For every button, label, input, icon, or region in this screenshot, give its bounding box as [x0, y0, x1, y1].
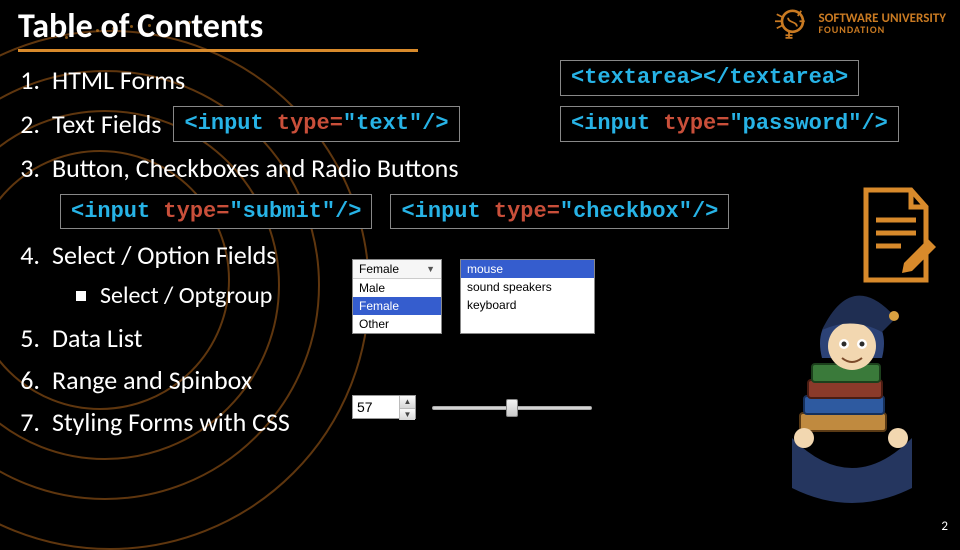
- toc-text: Select / Option Fields: [52, 239, 276, 271]
- select-option[interactable]: Female: [353, 297, 441, 315]
- code-input-checkbox: <input type="checkbox"/>: [390, 194, 729, 230]
- spinbox[interactable]: ▲ ▼: [352, 395, 416, 419]
- code-input-submit: <input type="submit"/>: [60, 194, 372, 230]
- toc-num: 3.: [20, 152, 40, 184]
- select-current: Female: [359, 262, 399, 276]
- select-option[interactable]: sound speakers: [461, 278, 594, 296]
- spinbox-input[interactable]: [353, 396, 399, 418]
- toc-num: 5.: [20, 322, 40, 354]
- select-examples: Female ▼ Male Female Other mouse sound sp…: [352, 259, 595, 334]
- page-number: 2: [941, 519, 948, 534]
- page-title: Table of Contents: [18, 6, 418, 52]
- select-option[interactable]: Other: [353, 315, 441, 333]
- toc-text: Button, Checkboxes and Radio Buttons: [52, 152, 459, 184]
- code-input-password: <input type="password"/>: [560, 106, 899, 142]
- document-edit-icon: [856, 185, 936, 285]
- slider-thumb[interactable]: [506, 399, 518, 417]
- code-textarea: <textarea></textarea>: [560, 60, 859, 96]
- logo-line2: FOUNDATION: [818, 25, 946, 35]
- mascot-wizard-icon: [762, 288, 942, 508]
- toc-text: Data List: [52, 322, 142, 354]
- lightbulb-icon: [768, 2, 810, 44]
- toc-num: 7.: [20, 406, 40, 438]
- toc-num: 2.: [20, 108, 40, 140]
- select-hardware[interactable]: mouse sound speakers keyboard: [460, 259, 595, 334]
- logo: SOFTWARE UNIVERSITY FOUNDATION: [768, 2, 946, 44]
- select-option[interactable]: keyboard: [461, 296, 594, 314]
- toc-text: Styling Forms with CSS: [52, 406, 290, 438]
- select-gender[interactable]: Female ▼ Male Female Other: [352, 259, 442, 334]
- spin-up-icon[interactable]: ▲: [399, 396, 415, 408]
- toc-num: 1.: [20, 64, 40, 96]
- toc-text: Text Fields: [52, 108, 161, 140]
- select-option[interactable]: Male: [353, 279, 441, 297]
- code-input-text: <input type="text"/>: [173, 106, 459, 142]
- spin-down-icon[interactable]: ▼: [399, 408, 415, 420]
- range-spinbox-example: ▲ ▼: [352, 395, 592, 419]
- toc-num: 4.: [20, 239, 40, 271]
- chevron-down-icon: ▼: [426, 264, 435, 274]
- bullet-square-icon: [76, 291, 86, 301]
- toc-item-3: 3. Button, Checkboxes and Radio Buttons: [20, 152, 940, 184]
- range-slider[interactable]: [432, 397, 592, 417]
- toc-text: Range and Spinbox: [52, 364, 252, 396]
- select-option[interactable]: mouse: [461, 260, 594, 278]
- toc-num: 6.: [20, 364, 40, 396]
- toc-subtext: Select / Optgroup: [100, 281, 272, 310]
- toc-text: HTML Forms: [52, 64, 185, 96]
